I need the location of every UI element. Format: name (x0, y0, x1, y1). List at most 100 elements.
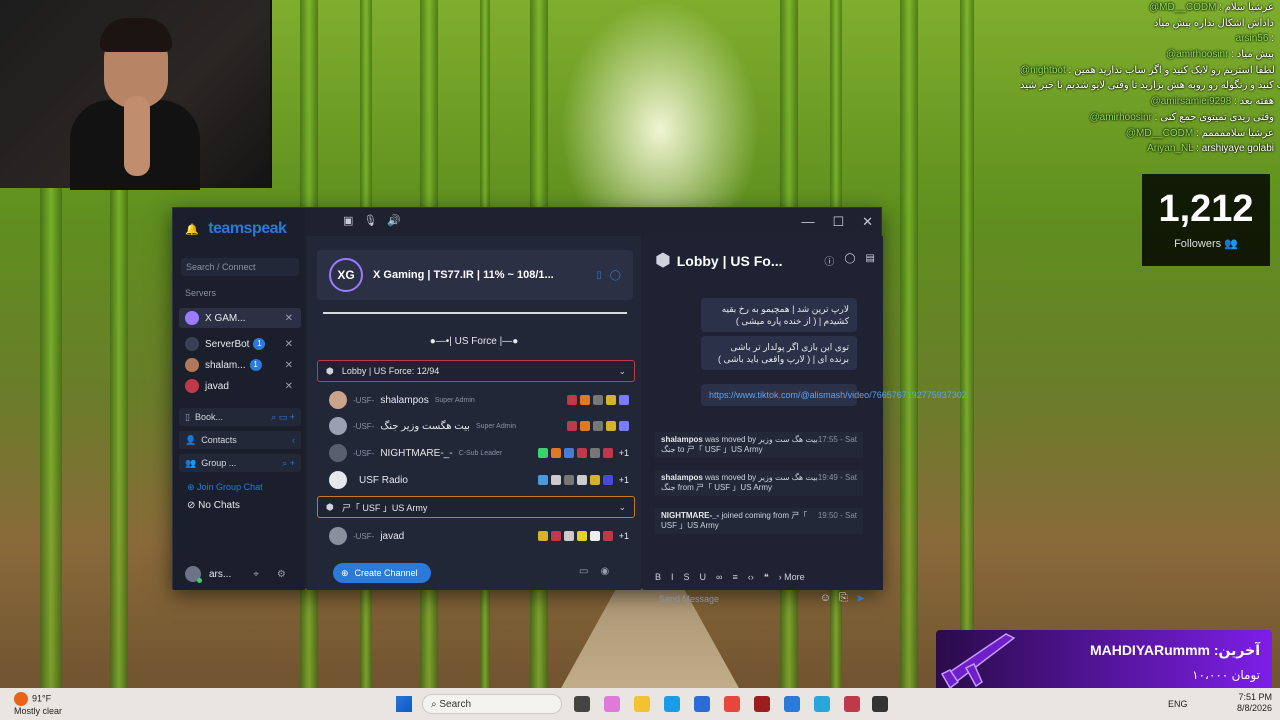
close-icon[interactable]: ✕ (285, 381, 293, 392)
webcam-overlay (0, 0, 272, 190)
chrome-icon[interactable] (724, 696, 740, 712)
close-icon[interactable]: ✕ (285, 313, 293, 324)
server-header[interactable]: XG X Gaming | TS77.IR | 11% ~ 108/1... ▯… (317, 250, 633, 300)
edge-icon[interactable] (664, 696, 680, 712)
member-badges: +1 (537, 448, 629, 458)
send-message-field[interactable]: Send Message ☺ ⎘ ➤ (655, 588, 869, 610)
minimize-button[interactable]: — (801, 214, 814, 230)
channel-lobby[interactable]: ⬢ Lobby | US Force: 12/94 ⌄ (317, 360, 635, 382)
monitor-icon[interactable]: ▭ (579, 566, 588, 577)
speaker-icon: 🔊 (387, 215, 402, 227)
chat-message-link[interactable]: https://www.tiktok.com/@alismash/video/7… (701, 384, 967, 406)
followers-count: 1,212 (1158, 188, 1254, 230)
create-channel-button[interactable]: ⊕ Create Channel (333, 563, 431, 583)
server-tab-shalampos[interactable]: shalam... 1 ✕ (179, 355, 301, 375)
valorant-icon[interactable] (844, 696, 860, 712)
channel-member[interactable]: -USF- بیت هگست وزیر جنگ Super Admin (329, 415, 629, 437)
avatar (329, 527, 347, 545)
contacts-row[interactable]: 👤 Contacts ‹ (179, 431, 301, 449)
channel-member[interactable]: -USF- shalampos Super Admin (329, 389, 629, 411)
plus-icon: ⊕ (341, 567, 349, 578)
contacts-icon: 👤 (185, 434, 197, 445)
cube-icon: ⬢ (655, 250, 671, 270)
groups-row[interactable]: 👥 Group ... ⌕ + (179, 454, 301, 472)
start-button[interactable] (396, 696, 412, 712)
format-toolbar: B I S U ∞ ≡ ‹› ❝ › More (655, 572, 805, 583)
followers-widget: 1,212 Followers 👥 (1142, 174, 1270, 266)
task-view-icon[interactable] (574, 696, 590, 712)
server-tab-xgaming[interactable]: X GAM... ✕ (179, 308, 301, 328)
folder-icon[interactable]: ▤ (866, 253, 875, 268)
servers-section-title: Servers (185, 288, 217, 298)
chat-bubble-icon[interactable]: ◯ (844, 253, 855, 268)
my-profile[interactable]: ars... ⌖ ⚙ (185, 566, 286, 583)
channel-member[interactable]: -USF- NIGHTMARE-_- C-Sub Leader +1 (329, 442, 629, 464)
strike-button[interactable]: S (684, 572, 690, 583)
bookmark-icon: ▯ (185, 411, 190, 422)
group-icon: 👥 (185, 457, 197, 468)
taskbar-search[interactable]: ⌕ Search (422, 694, 562, 714)
bottom-icons: ▭ ◉ (579, 566, 609, 577)
server-tab-serverbot[interactable]: ServerBot 1 ✕ (179, 334, 301, 354)
copilot-icon[interactable] (604, 696, 620, 712)
gear-icon[interactable]: ⚙ (277, 569, 286, 580)
telegram-icon[interactable] (814, 696, 830, 712)
chat-line: داداش اشکال نداره پیش میاد (1153, 17, 1274, 29)
channel-member[interactable]: USF Radio +1 (329, 469, 629, 491)
chat-line: @amirhoosinr : وقتی ریدی تمیتوی جمع کنی (1089, 111, 1274, 123)
bookmarks-row[interactable]: ▯ Book... ⌕ ▭ + (179, 408, 301, 426)
quote-button[interactable]: ❝ (764, 572, 769, 583)
language-indicator[interactable]: ENG (1168, 699, 1188, 709)
chevron-left-icon: ‹ (292, 435, 295, 445)
donation-amount: ۱۰،۰۰۰ تومان (1192, 668, 1260, 682)
chat-line: @MD__CODM : عرشیا سلاممممم (1125, 127, 1274, 139)
weather-widget[interactable]: 91°F Mostly clear (14, 692, 62, 717)
unread-badge: 1 (253, 338, 266, 350)
user-icon[interactable]: ◉ (600, 566, 609, 577)
store-icon[interactable] (694, 696, 710, 712)
chat-line: الا ساب کنید و زنگوله رو روبه هش بزارید … (1020, 80, 1280, 92)
close-icon[interactable]: ✕ (285, 360, 293, 371)
donor-name: MAHDIYARummm :آخرین (1089, 642, 1260, 658)
chat-message: توی این بازی اگر پولدار تر باشی برنده ای… (701, 336, 857, 370)
clock[interactable]: 7:51 PM 8/8/2026 (1237, 692, 1272, 714)
search-icon: ⌕ ▭ + (271, 411, 295, 422)
server-name: X Gaming | TS77.IR | 11% ~ 108/1... (373, 269, 554, 281)
close-button[interactable]: ✕ (862, 214, 873, 230)
channel-member[interactable]: -USF- javad +1 (329, 525, 629, 547)
join-group-chat-link[interactable]: ⊕ Join Group Chat (187, 482, 263, 493)
server-tab-javad[interactable]: javad ✕ (179, 376, 301, 396)
more-button[interactable]: › More (779, 572, 805, 583)
chat-bubble-icon: ◯ (609, 269, 621, 281)
info-icon[interactable]: ⓘ (824, 253, 834, 268)
obs-icon[interactable] (872, 696, 888, 712)
code-button[interactable]: ‹› (748, 572, 754, 583)
bookmark-icon: ▯ (596, 269, 602, 281)
cube-icon: ⬢ (326, 365, 334, 376)
teamspeak-icon[interactable] (784, 696, 800, 712)
titlebar: ▣ 🎙 🔊 — ☐ ✕ (173, 208, 881, 236)
emoji-icon[interactable]: ☺ (820, 592, 831, 605)
avatar (185, 379, 199, 393)
close-icon[interactable]: ✕ (285, 339, 293, 350)
search-connect-input[interactable]: Search / Connect (181, 258, 299, 276)
channel-spacer: ●—•| US Force |—● (429, 336, 519, 347)
avatar (185, 358, 199, 372)
file-explorer-icon[interactable] (634, 696, 650, 712)
list-button[interactable]: ≡ (732, 572, 737, 583)
channel-us-army[interactable]: ⬢ ㄕ「 USF 」US Army ⌄ (317, 496, 635, 518)
attach-icon[interactable]: ⎘ (839, 592, 848, 605)
server-logo-icon (185, 311, 199, 325)
send-icon[interactable]: ➤ (856, 592, 865, 605)
maximize-button[interactable]: ☐ (832, 214, 844, 230)
italic-button[interactable]: I (671, 572, 674, 583)
link-button[interactable]: ∞ (716, 572, 722, 583)
underline-button[interactable]: U (700, 572, 707, 583)
bold-button[interactable]: B (655, 572, 661, 583)
app-icon[interactable] (754, 696, 770, 712)
chevron-down-icon: ⌄ (618, 501, 626, 512)
cube-icon: ⬢ (326, 501, 334, 512)
member-badges: +1 (537, 475, 629, 485)
chat-line: Ariyan_NL : arshiyaye golabi (1147, 143, 1274, 155)
audio-controls[interactable]: ▣ 🎙 🔊 (343, 214, 401, 227)
